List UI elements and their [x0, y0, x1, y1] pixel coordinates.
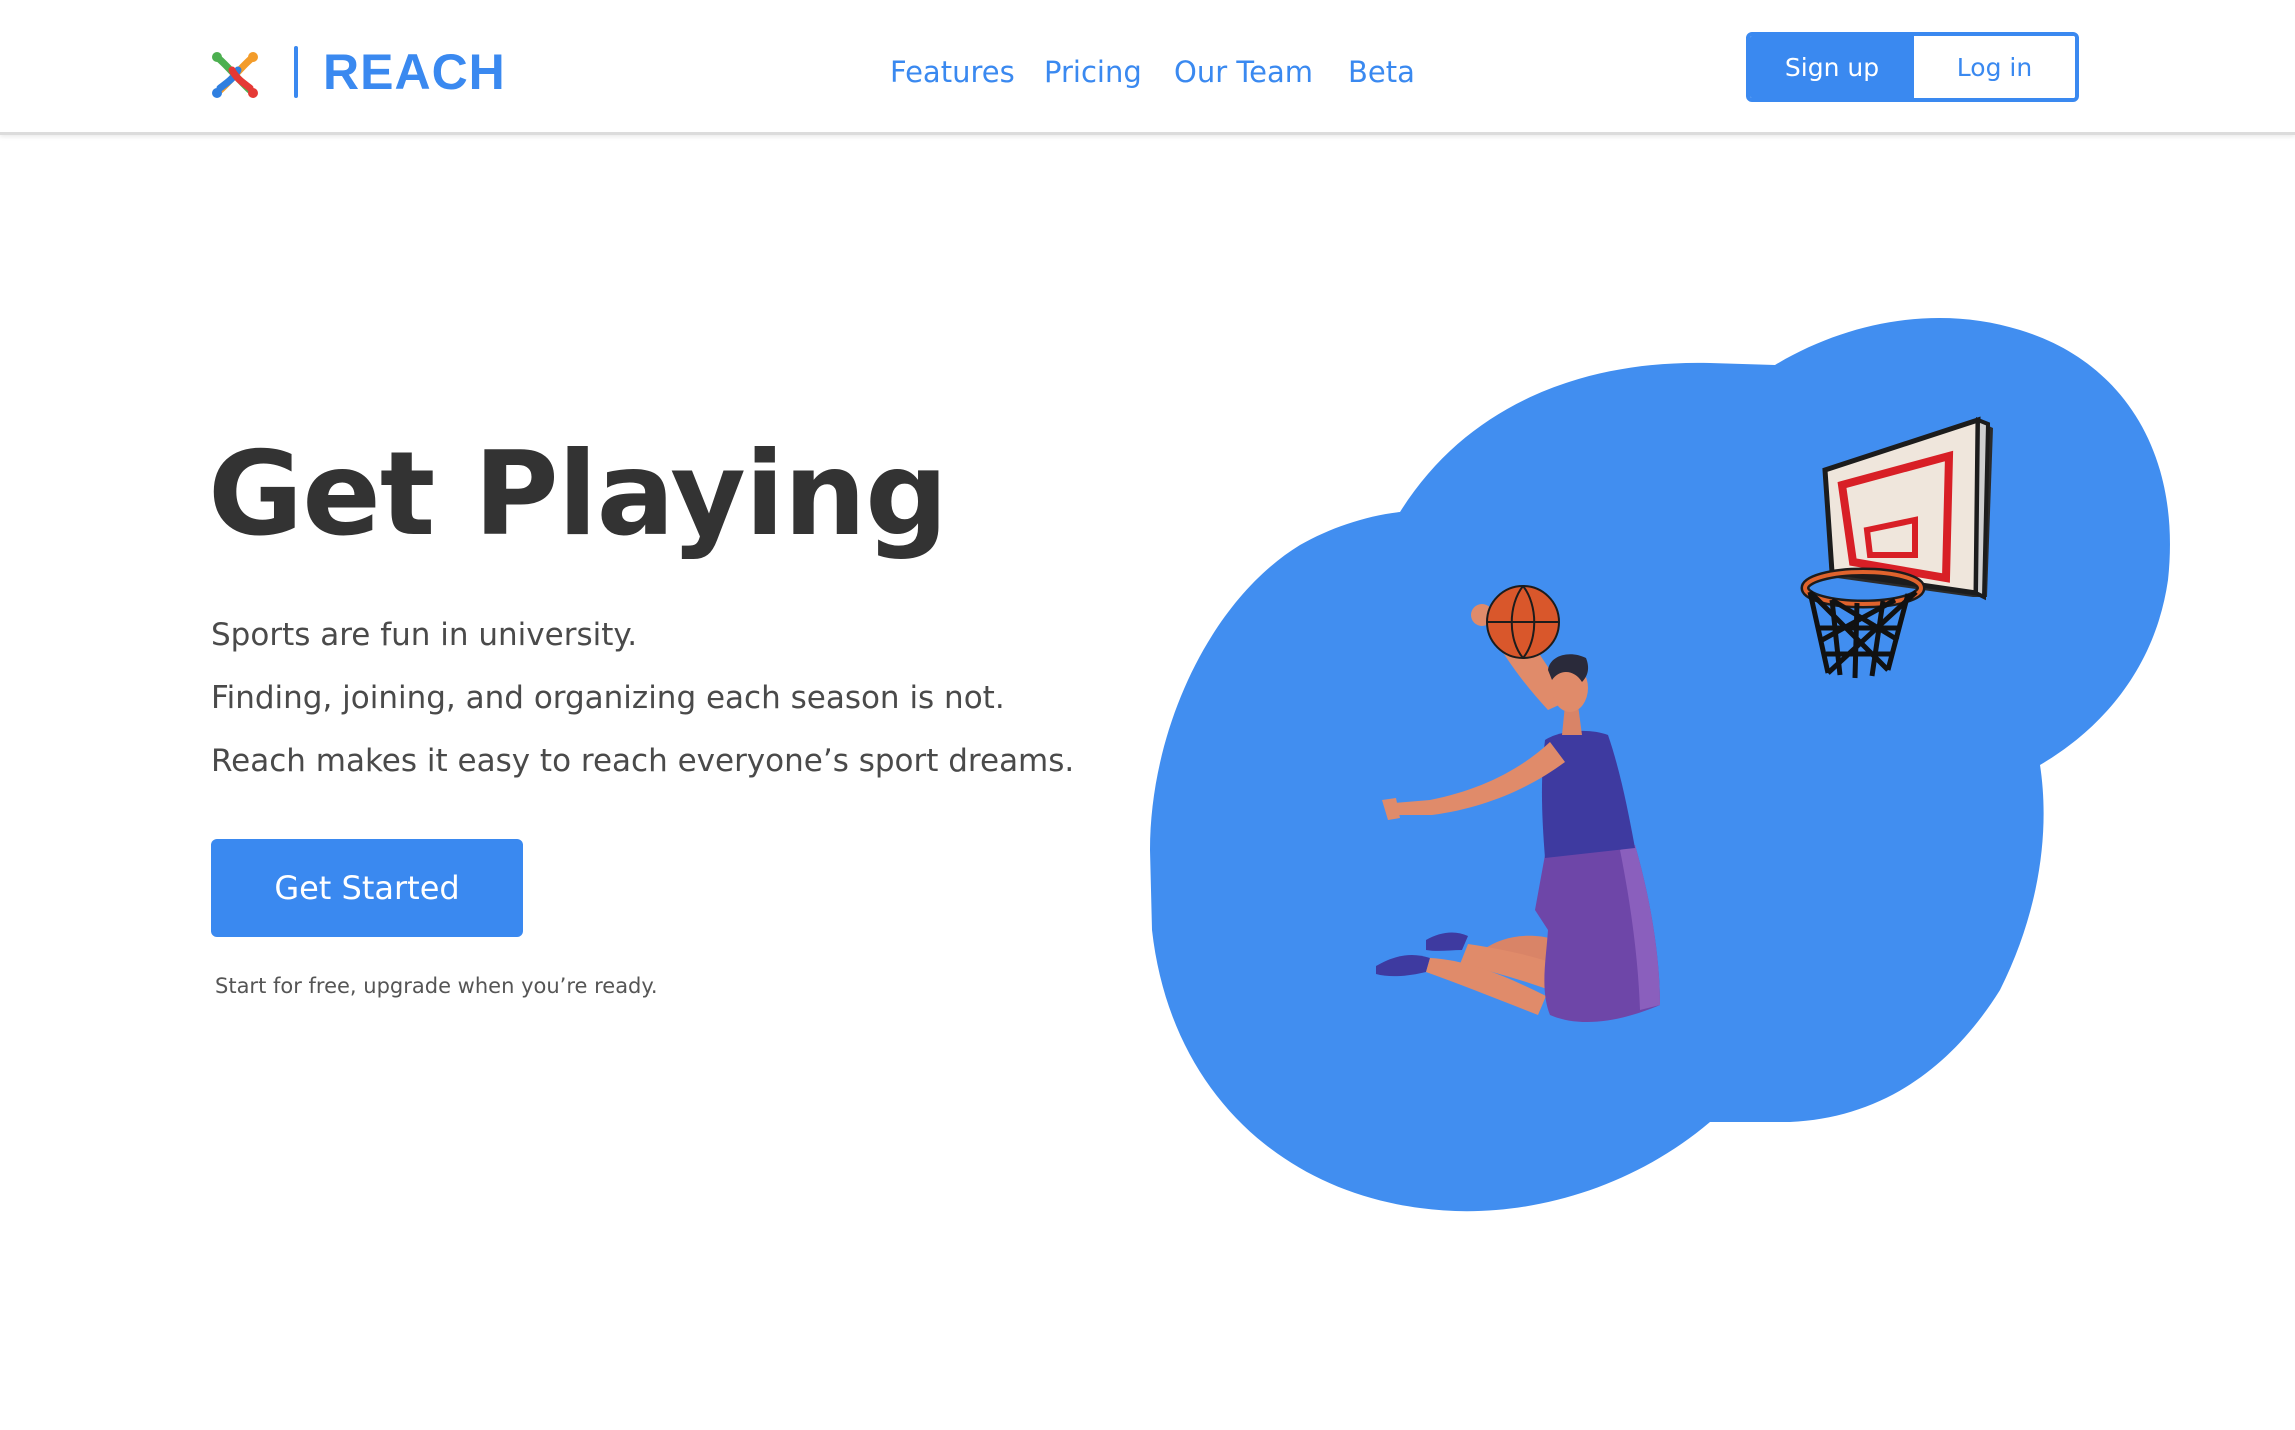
cta-note: Start for free, upgrade when you’re read…	[215, 974, 658, 998]
brand-name[interactable]: REACH	[323, 42, 506, 102]
sign-up-button[interactable]: Sign up	[1750, 36, 1914, 98]
basketball-icon	[1486, 585, 1560, 659]
top-navigation-bar: REACH Features Pricing Our Team Beta Sig…	[0, 0, 2295, 135]
auth-button-group: Sign up Log in	[1746, 32, 2079, 102]
nav-item-beta[interactable]: Beta	[1348, 50, 1415, 94]
hero-line-3: Reach makes it easy to reach everyone’s …	[211, 743, 1075, 779]
get-started-button[interactable]: Get Started	[211, 839, 523, 937]
logo-divider	[294, 46, 298, 98]
blue-blob-background	[1150, 317, 2170, 1212]
log-in-button[interactable]: Log in	[1914, 36, 2075, 98]
nav-item-our-team[interactable]: Our Team	[1174, 50, 1313, 94]
nav-item-pricing[interactable]: Pricing	[1044, 50, 1142, 94]
hero-line-1: Sports are fun in university.	[211, 617, 638, 653]
hero-line-2: Finding, joining, and organizing each se…	[211, 680, 1005, 716]
reach-logo-icon[interactable]	[208, 48, 262, 102]
nav-item-features[interactable]: Features	[890, 50, 1015, 94]
basketball-player-illustration	[1150, 317, 2170, 1212]
hero-title: Get Playing	[208, 427, 948, 562]
